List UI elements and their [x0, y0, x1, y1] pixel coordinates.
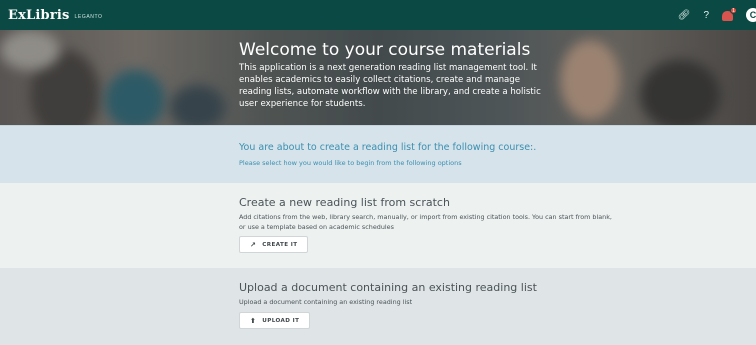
top-bar: ExLibris LEGANTO 🔗︎ ? 1 C	[0, 0, 756, 30]
course-section: You are about to create a reading list f…	[0, 125, 756, 183]
course-heading: You are about to create a reading list f…	[239, 142, 537, 153]
notification-badge: 1	[730, 7, 737, 14]
create-it-button[interactable]: ↗ CREATE IT	[239, 236, 309, 253]
user-menu-icon[interactable]: C	[746, 8, 756, 22]
wand-icon: ↗	[250, 240, 257, 249]
hero-title: Welcome to your course materials	[239, 40, 531, 60]
upload-list-section: Upload a document containing an existing…	[0, 268, 756, 345]
exlibris-logo[interactable]: ExLibris	[8, 8, 70, 23]
create-list-description: Add citations from the web, library sear…	[239, 213, 612, 231]
upload-it-label: UPLOAD IT	[262, 317, 300, 324]
create-list-title: Create a new reading list from scratch	[239, 196, 450, 209]
upload-list-description: Upload a document containing an existing…	[239, 298, 413, 306]
notifications-icon[interactable]: 1	[722, 7, 737, 22]
hero-description: This application is a next generation re…	[239, 63, 541, 109]
hero-banner: Welcome to your course materials This ap…	[0, 30, 756, 125]
upload-it-button[interactable]: ⬆︎ UPLOAD IT	[239, 312, 311, 329]
help-icon[interactable]: ?	[703, 10, 709, 21]
leganto-logo-text: LEGANTO	[74, 13, 103, 20]
upload-list-title: Upload a document containing an existing…	[239, 281, 537, 294]
create-list-section: Create a new reading list from scratch A…	[0, 183, 756, 268]
course-instructions: Please select how you would like to begi…	[239, 159, 462, 167]
link-icon[interactable]: 🔗︎	[678, 10, 691, 21]
top-bar-icons: 🔗︎ ? 1 C	[678, 0, 756, 30]
upload-icon: ⬆︎	[250, 316, 257, 325]
create-it-label: CREATE IT	[262, 241, 298, 248]
